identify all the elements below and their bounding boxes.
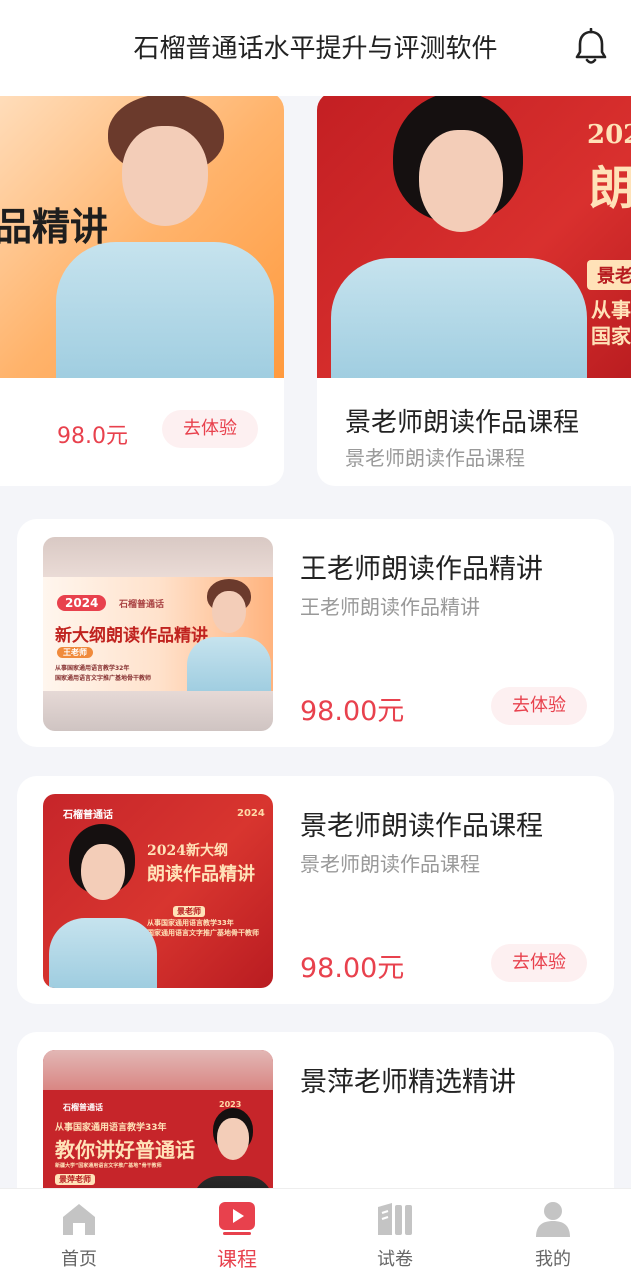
course-subtitle: 景老师朗读作品课程 — [300, 852, 480, 876]
thumb-tag: 景萍老师 — [55, 1174, 95, 1185]
play-icon — [219, 1202, 255, 1235]
nav-label: 首页 — [61, 1249, 97, 1270]
thumb-line: 国家通用语言文字推广基地骨干教师 — [147, 929, 259, 937]
nav-label: 我的 — [535, 1249, 571, 1270]
slide-image: 品精讲 — [0, 96, 284, 378]
thumb-line: 国家通用语言文字推广基地骨干教师 — [55, 675, 152, 682]
slide-subtitle: 景老师朗读作品课程 — [345, 446, 525, 470]
slide-price: 98.0元 — [57, 424, 128, 449]
teacher-photo — [43, 822, 163, 988]
course-thumbnail: 2024 石榴普通话 新大纲朗读作品精讲 王老师 从事国家通用语言教学32年 国… — [43, 537, 273, 731]
thumb-year: 2024 — [237, 808, 265, 819]
course-title: 景萍老师精选精讲 — [300, 1067, 516, 1098]
course-card[interactable]: 2024 石榴普通话 新大纲朗读作品精讲 王老师 从事国家通用语言教学32年 国… — [17, 519, 614, 747]
try-button[interactable]: 去体验 — [491, 944, 587, 982]
home-icon — [63, 1204, 95, 1235]
course-subtitle: 王老师朗读作品精讲 — [300, 595, 480, 619]
page-title: 石榴普通话水平提升与评测软件 — [133, 34, 498, 64]
thumb-teacher: 景老师 — [173, 906, 205, 917]
carousel-slide[interactable]: 品精讲 98.0元 去体验 — [0, 96, 284, 486]
bell-icon[interactable] — [574, 28, 608, 66]
thumb-year: 2024 — [57, 595, 107, 611]
thumb-line: 新疆大学“国家通用语言文字推广基地”骨干教师 — [55, 1163, 162, 1169]
nav-item-papers[interactable]: 试卷 — [316, 1189, 474, 1281]
bottom-nav: 首页 课程 试卷 我的 — [0, 1188, 631, 1281]
thumb-brand: 石榴普通话 — [119, 600, 165, 610]
book-icon — [378, 1203, 412, 1235]
thumb-line: 从事国家通用语言教学33年 — [55, 1123, 167, 1133]
teacher-photo — [331, 96, 587, 378]
app-header: 石榴普通话水平提升与评测软件 — [0, 0, 631, 96]
course-card[interactable]: 石榴普通话 2024 2024新大纲 朗读作品精讲 景老师 从事国家通用语言教学… — [17, 776, 614, 1004]
teacher-photo — [183, 577, 273, 693]
try-button[interactable]: 去体验 — [491, 687, 587, 725]
course-thumbnail: 石榴普通话 2024 2024新大纲 朗读作品精讲 景老师 从事国家通用语言教学… — [43, 794, 273, 988]
thumb-brand: 石榴普通话 — [63, 810, 113, 821]
banner-headline: 朗 — [589, 161, 631, 215]
try-button[interactable]: 去体验 — [162, 410, 258, 448]
banner-line: 国家 — [591, 324, 631, 348]
banner-carousel[interactable]: 品精讲 98.0元 去体验 2024 朗 景老 从事 国家 景老师朗读作品课程 … — [0, 96, 631, 506]
banner-year: 2024 — [587, 120, 631, 150]
thumb-brand: 石榴普通话 — [63, 1103, 103, 1112]
carousel-slide[interactable]: 2024 朗 景老 从事 国家 景老师朗读作品课程 景老师朗读作品课程 — [317, 96, 631, 486]
banner-teacher: 景老 — [587, 260, 631, 290]
nav-label: 试卷 — [377, 1249, 413, 1270]
nav-item-courses[interactable]: 课程 — [158, 1189, 316, 1281]
thumb-headline: 朗读作品精讲 — [147, 864, 255, 885]
nav-item-home[interactable]: 首页 — [0, 1189, 158, 1281]
banner-line: 从事 — [591, 298, 631, 322]
course-price: 98.00元 — [300, 953, 405, 984]
nav-item-me[interactable]: 我的 — [474, 1189, 631, 1281]
teacher-photo — [52, 96, 282, 378]
course-title: 景老师朗读作品课程 — [300, 811, 543, 842]
slide-title: 景老师朗读作品课程 — [345, 408, 580, 438]
thumb-teacher: 王老师 — [57, 647, 93, 658]
course-price: 98.00元 — [300, 696, 405, 727]
course-title: 王老师朗读作品精讲 — [300, 554, 543, 585]
thumb-line: 从事国家通用语言教学32年 — [55, 665, 130, 672]
thumb-headline: 教你讲好普通话 — [55, 1138, 195, 1162]
nav-label: 课程 — [217, 1247, 257, 1271]
user-icon — [536, 1202, 570, 1237]
slide-image: 2024 朗 景老 从事 国家 — [317, 96, 631, 378]
